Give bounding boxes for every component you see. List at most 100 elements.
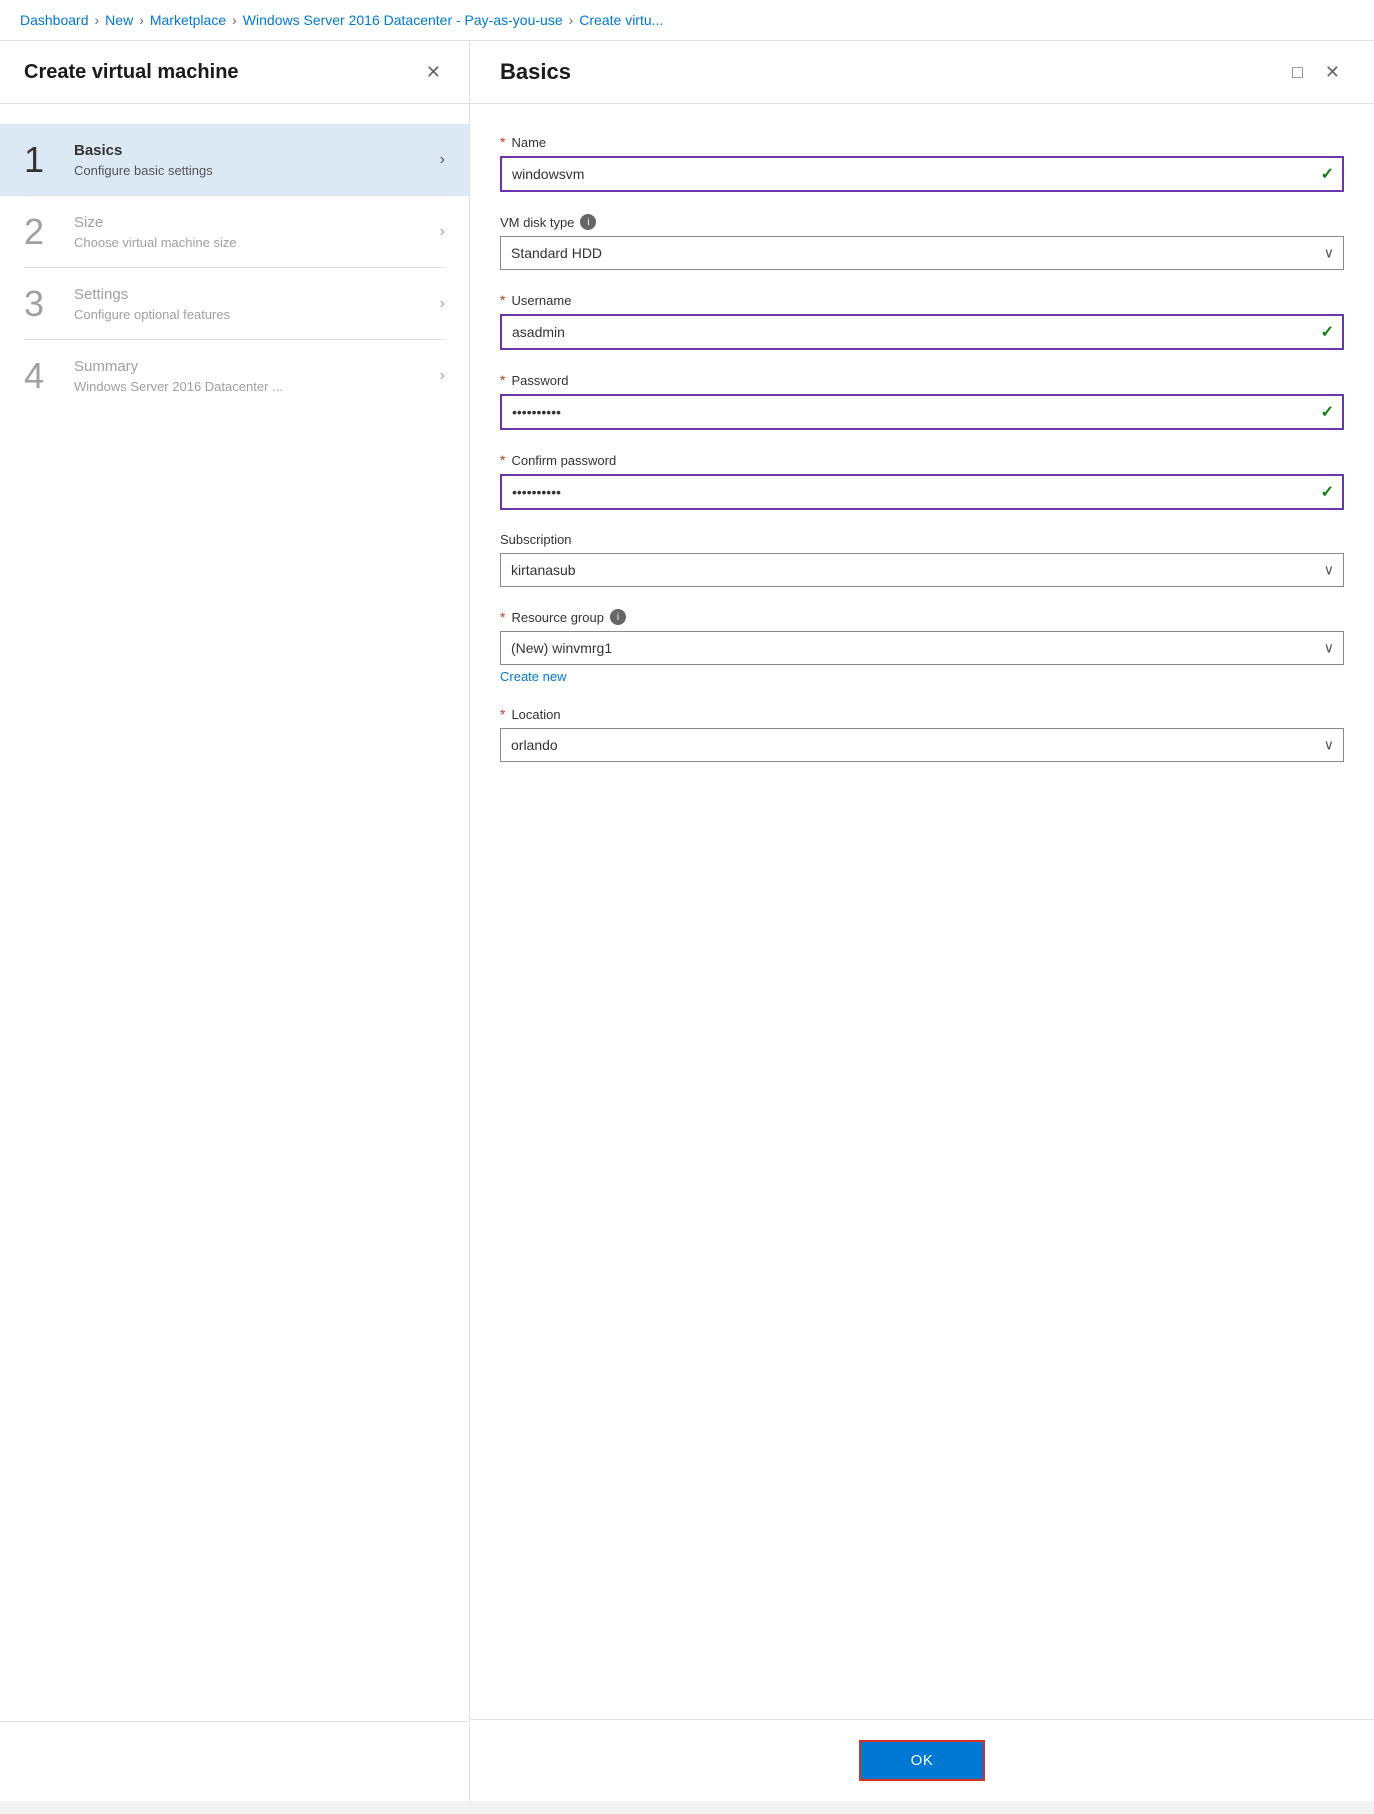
breadcrumb-sep-4: › [569,12,574,28]
right-panel-close-button[interactable]: ✕ [1321,59,1344,85]
confirm-password-input-wrapper: ✓ [500,474,1344,510]
form-container: * Name ✓ VM disk type i Standard HDD P [470,104,1374,1719]
username-required-star: * [500,292,505,308]
username-label: * Username [500,292,1344,308]
location-required-star: * [500,706,505,722]
username-checkmark: ✓ [1321,322,1334,342]
step-1-content: Basics Configure basic settings [74,142,440,178]
breadcrumb-marketplace[interactable]: Marketplace [150,12,226,28]
step-1[interactable]: 1 Basics Configure basic settings › [0,124,469,196]
step-3-number: 3 [24,286,74,322]
breadcrumb-new[interactable]: New [105,12,133,28]
vm-disk-type-select[interactable]: Standard HDD Premium SSD Standard SSD [500,236,1344,270]
confirm-password-group: * Confirm password ✓ [500,452,1344,510]
name-required-star: * [500,134,505,150]
password-input[interactable] [500,394,1344,430]
step-2[interactable]: 2 Size Choose virtual machine size › [0,196,469,268]
step-3-title: Settings [74,286,440,303]
resource-group-group: * Resource group i (New) winvmrg1 ∨ Crea… [500,609,1344,684]
password-checkmark: ✓ [1321,402,1334,422]
username-label-text: Username [511,293,571,308]
breadcrumb-sep-3: › [232,12,237,28]
name-input-wrapper: ✓ [500,156,1344,192]
vm-disk-type-select-wrapper: Standard HDD Premium SSD Standard SSD ∨ [500,236,1344,270]
step-3-content: Settings Configure optional features [74,286,440,322]
maximize-button[interactable]: □ [1288,59,1307,85]
left-panel-header: Create virtual machine ✕ [0,41,469,104]
password-label-text: Password [511,373,568,388]
breadcrumb-product[interactable]: Windows Server 2016 Datacenter - Pay-as-… [243,12,563,28]
resource-group-select-wrapper: (New) winvmrg1 ∨ [500,631,1344,665]
step-4[interactable]: 4 Summary Windows Server 2016 Datacenter… [0,340,469,412]
step-2-number: 2 [24,214,74,250]
create-new-link[interactable]: Create new [500,669,566,684]
location-label-text: Location [511,707,560,722]
step-1-subtitle: Configure basic settings [74,163,440,178]
location-group: * Location orlando ∨ [500,706,1344,762]
subscription-label: Subscription [500,532,1344,547]
step-2-title: Size [74,214,440,231]
step-1-title: Basics [74,142,440,159]
steps-container: 1 Basics Configure basic settings › 2 Si… [0,104,469,1721]
resource-group-required-star: * [500,609,505,625]
name-group: * Name ✓ [500,134,1344,192]
breadcrumb-current: Create virtu... [579,12,663,28]
breadcrumb-sep-1: › [95,12,100,28]
left-panel-footer [0,1721,469,1801]
password-group: * Password ✓ [500,372,1344,430]
step-1-number: 1 [24,142,74,178]
header-actions: □ ✕ [1288,59,1344,85]
main-container: Create virtual machine ✕ 1 Basics Config… [0,41,1374,1801]
breadcrumb-sep-2: › [139,12,144,28]
subscription-select[interactable]: kirtanasub [500,553,1344,587]
location-select-wrapper: orlando ∨ [500,728,1344,762]
name-input[interactable] [500,156,1344,192]
step-3[interactable]: 3 Settings Configure optional features › [0,268,469,340]
ok-button[interactable]: OK [859,1740,986,1781]
step-4-subtitle: Windows Server 2016 Datacenter ... [74,379,440,394]
breadcrumb-dashboard[interactable]: Dashboard [20,12,89,28]
confirm-password-input[interactable] [500,474,1344,510]
resource-group-label: * Resource group i [500,609,1344,625]
vm-disk-type-info-icon[interactable]: i [580,214,596,230]
breadcrumb: Dashboard › New › Marketplace › Windows … [0,0,1374,41]
left-panel-close-button[interactable]: ✕ [422,59,445,85]
confirm-password-required-star: * [500,452,505,468]
step-4-number: 4 [24,358,74,394]
confirm-password-checkmark: ✓ [1321,482,1334,502]
location-select[interactable]: orlando [500,728,1344,762]
name-label: * Name [500,134,1344,150]
vm-disk-type-label-text: VM disk type [500,215,574,230]
step-1-chevron: › [440,151,445,169]
resource-group-select[interactable]: (New) winvmrg1 [500,631,1344,665]
resource-group-label-text: Resource group [511,610,604,625]
left-panel-title: Create virtual machine [24,61,239,84]
password-required-star: * [500,372,505,388]
username-group: * Username ✓ [500,292,1344,350]
password-label: * Password [500,372,1344,388]
step-4-content: Summary Windows Server 2016 Datacenter .… [74,358,440,394]
subscription-label-text: Subscription [500,532,572,547]
step-2-subtitle: Choose virtual machine size [74,235,440,250]
subscription-group: Subscription kirtanasub ∨ [500,532,1344,587]
confirm-password-label: * Confirm password [500,452,1344,468]
right-panel-header: Basics □ ✕ [470,41,1374,104]
resource-group-info-icon[interactable]: i [610,609,626,625]
subscription-select-wrapper: kirtanasub ∨ [500,553,1344,587]
step-4-title: Summary [74,358,440,375]
name-label-text: Name [511,135,546,150]
vm-disk-type-label: VM disk type i [500,214,1344,230]
vm-disk-type-group: VM disk type i Standard HDD Premium SSD … [500,214,1344,270]
step-4-chevron: › [440,367,445,385]
step-2-content: Size Choose virtual machine size [74,214,440,250]
step-3-subtitle: Configure optional features [74,307,440,322]
password-input-wrapper: ✓ [500,394,1344,430]
username-input-wrapper: ✓ [500,314,1344,350]
right-panel: Basics □ ✕ * Name ✓ VM dis [470,41,1374,1801]
confirm-password-label-text: Confirm password [511,453,616,468]
username-input[interactable] [500,314,1344,350]
bottom-bar: OK [470,1719,1374,1801]
right-panel-title: Basics [500,59,571,85]
name-checkmark: ✓ [1321,164,1334,184]
step-3-chevron: › [440,295,445,313]
